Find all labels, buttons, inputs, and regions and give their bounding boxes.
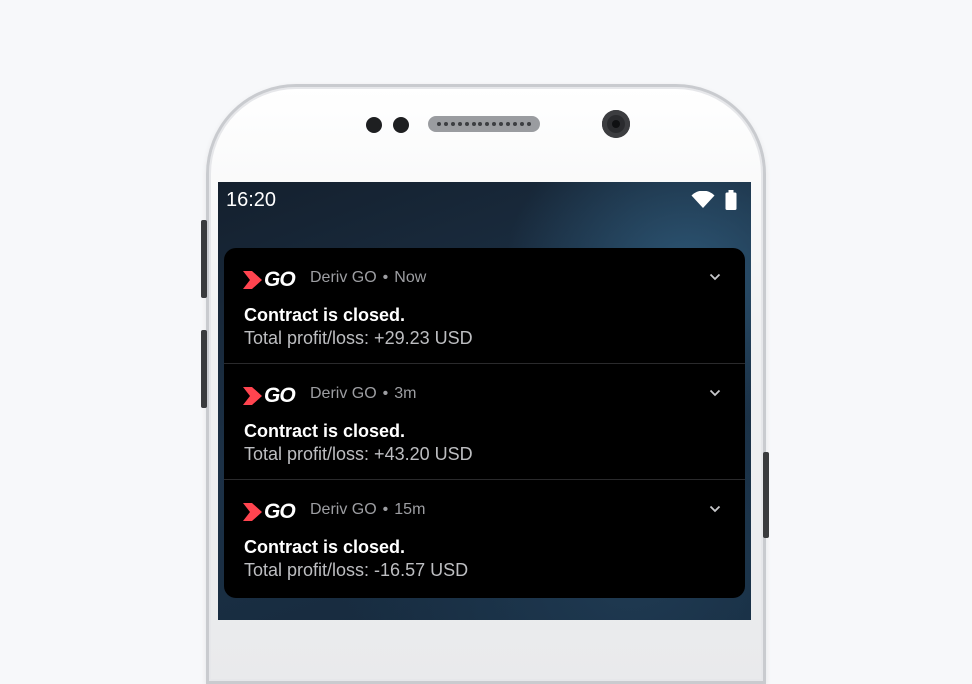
wifi-icon (691, 190, 715, 214)
separator-dot: • (382, 501, 389, 518)
notification-card[interactable]: GO Deriv GO • 3m Contract is closed. Tot… (224, 364, 745, 480)
notification-panel: GO Deriv GO • Now Contract is closed. To… (224, 248, 745, 598)
app-name: Deriv GO (310, 385, 377, 402)
power-button (763, 452, 769, 538)
proximity-sensor (366, 117, 382, 133)
earpiece-speaker (428, 116, 540, 132)
expand-chevron-icon[interactable] (709, 500, 721, 518)
deriv-chevron-icon (243, 387, 262, 405)
notification-card[interactable]: GO Deriv GO • 15m Contract is closed. To… (224, 480, 745, 596)
deriv-go-logo: GO (243, 500, 296, 524)
expand-chevron-icon[interactable] (709, 268, 721, 286)
notification-body: Total profit/loss: -16.57 USD (244, 560, 469, 580)
app-name: Deriv GO (310, 501, 377, 518)
phone-screen: 16:20 GO Deriv GO • Now Contract is clos… (218, 182, 751, 620)
notification-time: 15m (394, 501, 426, 518)
volume-button-lower (201, 330, 207, 408)
status-icons (691, 190, 737, 215)
deriv-go-logo: GO (243, 384, 296, 408)
separator-dot: • (382, 385, 389, 402)
volume-button (201, 220, 207, 298)
notification-body: Total profit/loss: +43.20 USD (244, 444, 473, 464)
status-time: 16:20 (226, 189, 277, 211)
notification-time: 3m (394, 385, 417, 402)
notification-meta: Deriv GO • Now (310, 269, 426, 287)
separator-dot: • (382, 269, 389, 286)
logo-text: GO (264, 384, 296, 407)
notification-title: Contract is closed. (244, 537, 406, 557)
notification-title: Contract is closed. (244, 421, 406, 441)
deriv-go-logo: GO (243, 268, 296, 292)
notification-meta: Deriv GO • 3m (310, 385, 417, 403)
deriv-chevron-icon (243, 271, 262, 289)
notification-meta: Deriv GO • 15m (310, 501, 425, 519)
logo-text: GO (264, 268, 296, 291)
app-name: Deriv GO (310, 269, 377, 286)
expand-chevron-icon[interactable] (709, 384, 721, 402)
front-camera (602, 110, 630, 138)
light-sensor (393, 117, 409, 133)
battery-icon (725, 190, 737, 215)
logo-text: GO (264, 500, 296, 523)
notification-title: Contract is closed. (244, 305, 406, 325)
notification-body: Total profit/loss: +29.23 USD (244, 328, 473, 348)
deriv-chevron-icon (243, 503, 262, 521)
notification-card[interactable]: GO Deriv GO • Now Contract is closed. To… (224, 248, 745, 364)
notification-time: Now (394, 269, 427, 286)
